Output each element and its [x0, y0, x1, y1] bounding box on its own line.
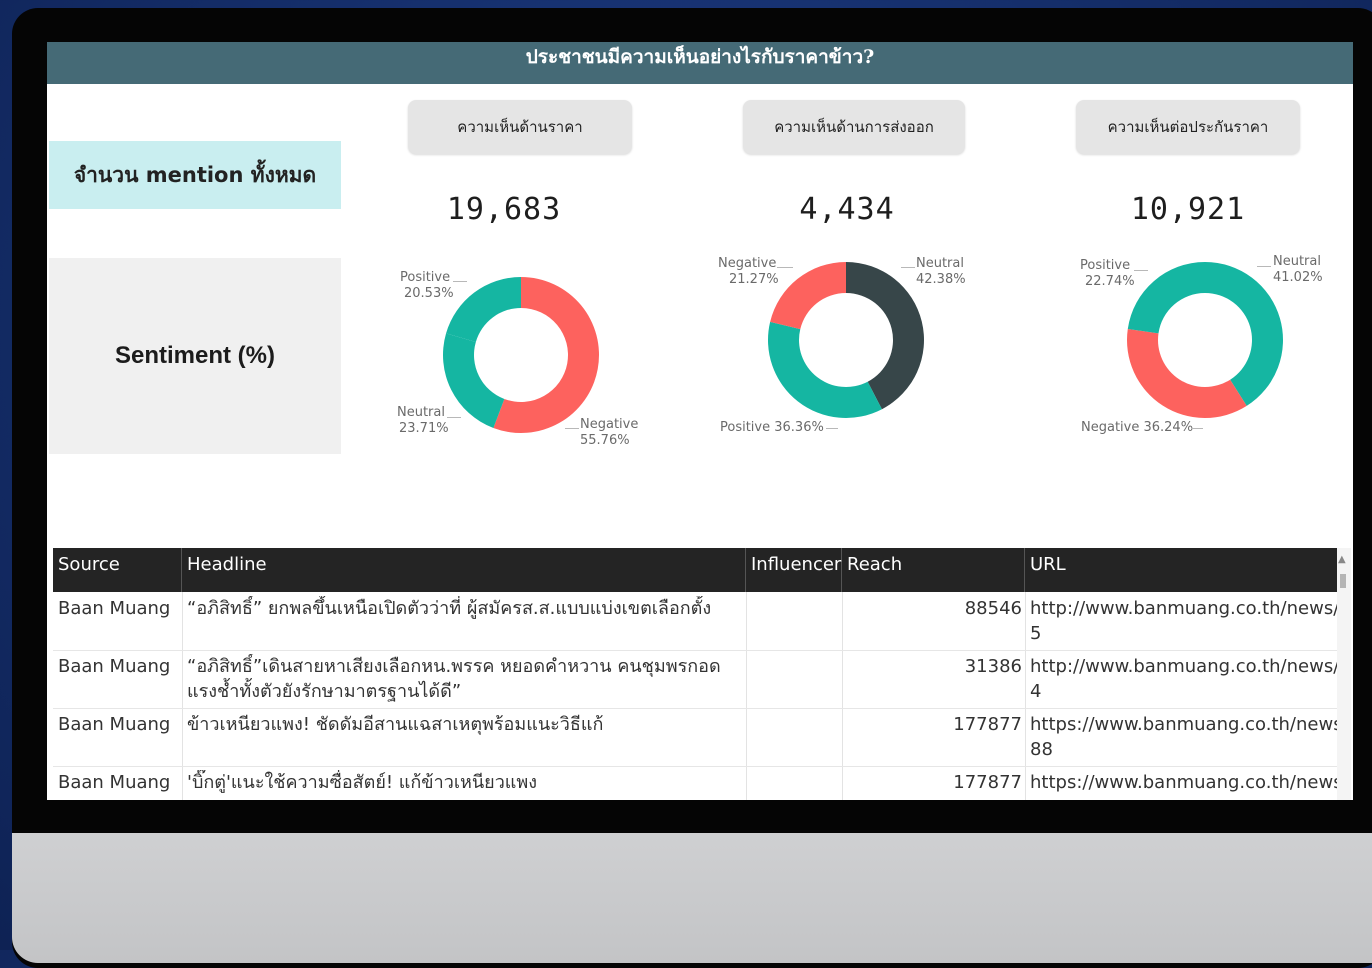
tab-price-guarantee-opinion[interactable]: ความเห็นต่อประกันราคา: [1076, 100, 1300, 154]
cell-headline: “อภิสิทธิ์” ยกพลขึ้นเหนือเปิดตัวว่าที่ ผ…: [187, 598, 712, 619]
leader-line: [1191, 428, 1203, 429]
leader-line: [826, 428, 838, 429]
scroll-up-icon[interactable]: ▲: [1338, 554, 1346, 565]
leader-line: [1257, 266, 1271, 267]
cell-headline: 'บิ๊กตู่'แนะใช้ความซื่อสัตย์! แก้ข้าวเหน…: [187, 772, 538, 793]
label-neutral-guarantee: Neutral 41.02%: [1273, 254, 1323, 285]
cell-reach: 31386: [964, 656, 1022, 677]
cell-url[interactable]: https://www.banmuang.co.th/news/p: [1025, 770, 1337, 795]
mention-count-price: 19,683: [446, 192, 562, 227]
leader-line: [777, 267, 793, 268]
column-header-influencer[interactable]: Influencer: [746, 548, 842, 592]
column-header-url[interactable]: URL: [1025, 548, 1337, 592]
tab-price-opinion[interactable]: ความเห็นด้านราคา: [408, 100, 632, 154]
cell-url[interactable]: http://www.banmuang.co.th/news/po 4: [1025, 654, 1337, 704]
label-positive-price: Positive 20.53%: [400, 270, 454, 301]
donut-slice-negative[interactable]: [1127, 328, 1247, 418]
donut-slice-positive[interactable]: [1127, 262, 1205, 334]
cell-reach: 177877: [953, 714, 1022, 735]
mention-total-label: จำนวน mention ทั้งหมด: [49, 141, 341, 209]
donut-slice-positive[interactable]: [446, 277, 521, 342]
table-row[interactable]: Baan Muang 'บิ๊กตู่'แนะใช้ความซื่อสัตย์!…: [53, 766, 1337, 800]
cell-source: Baan Muang: [58, 598, 171, 619]
cell-source: Baan Muang: [58, 656, 171, 677]
donut-chart-export: [768, 262, 924, 418]
cell-reach: 177877: [953, 772, 1022, 793]
page-title: ประชาชนมีความเห็นอย่างไรกับราคาข้าว?: [47, 42, 1353, 84]
cell-headline: ข้าวเหนียวแพง! ชัดดัมอีสานแฉสาเหตุพร้อมแ…: [187, 714, 604, 735]
cell-headline: “อภิสิทธิ์”เดินสายหาเสียงเลือกหน.พรรค หย…: [187, 656, 721, 702]
label-negative-export: Negative 21.27%: [718, 256, 779, 287]
mentions-table: Source Headline Influencer Reach URL Baa…: [53, 548, 1337, 800]
cell-url[interactable]: http://www.banmuang.co.th/news/po 5: [1025, 596, 1337, 646]
cell-source: Baan Muang: [58, 772, 171, 793]
leader-line: [565, 428, 579, 429]
mention-count-export: 4,434: [799, 192, 895, 227]
donut-slice-negative[interactable]: [770, 262, 846, 330]
tab-export-opinion[interactable]: ความเห็นด้านการส่งออก: [743, 100, 965, 154]
column-header-headline[interactable]: Headline: [182, 548, 746, 592]
donut-slice-positive[interactable]: [768, 321, 882, 418]
donut-slice-neutral[interactable]: [443, 333, 505, 428]
label-positive-guarantee: Positive 22.74%: [1080, 258, 1135, 289]
table-row[interactable]: Baan Muang ข้าวเหนียวแพง! ชัดดัมอีสานแฉส…: [53, 708, 1337, 767]
label-negative-guarantee: Negative 36.24%: [1081, 420, 1194, 435]
cell-reach: 88546: [964, 598, 1022, 619]
column-header-reach[interactable]: Reach: [842, 548, 1025, 592]
monitor-chin: [12, 833, 1372, 963]
column-header-source[interactable]: Source: [53, 548, 182, 592]
donut-slice-neutral[interactable]: [1205, 262, 1283, 406]
cell-source: Baan Muang: [58, 714, 171, 735]
table-header: Source Headline Influencer Reach URL: [53, 548, 1337, 592]
sentiment-label: Sentiment (%): [49, 258, 341, 454]
scroll-thumb[interactable]: [1340, 574, 1346, 588]
mention-count-guarantee: 10,921: [1130, 192, 1246, 227]
label-negative-price: Negative 55.76%: [580, 417, 639, 448]
dashboard-screen: ประชาชนมีความเห็นอย่างไรกับราคาข้าว? จำน…: [47, 42, 1353, 800]
leader-line: [901, 267, 915, 268]
label-neutral-price: Neutral 23.71%: [397, 405, 449, 436]
label-neutral-export: Neutral 42.38%: [916, 256, 966, 287]
donut-chart-price: [443, 277, 599, 433]
table-row[interactable]: Baan Muang “อภิสิทธิ์”เดินสายหาเสียงเลือ…: [53, 650, 1337, 709]
leader-line: [453, 281, 467, 282]
label-positive-export: Positive 36.36%: [720, 420, 824, 435]
table-row[interactable]: Baan Muang “อภิสิทธิ์” ยกพลขึ้นเหนือเปิด…: [53, 592, 1337, 651]
donut-chart-guarantee: [1127, 262, 1283, 418]
leader-line: [1134, 270, 1148, 271]
cell-url[interactable]: https://www.banmuang.co.th/news/p 88: [1025, 712, 1337, 762]
leader-line: [447, 417, 461, 418]
